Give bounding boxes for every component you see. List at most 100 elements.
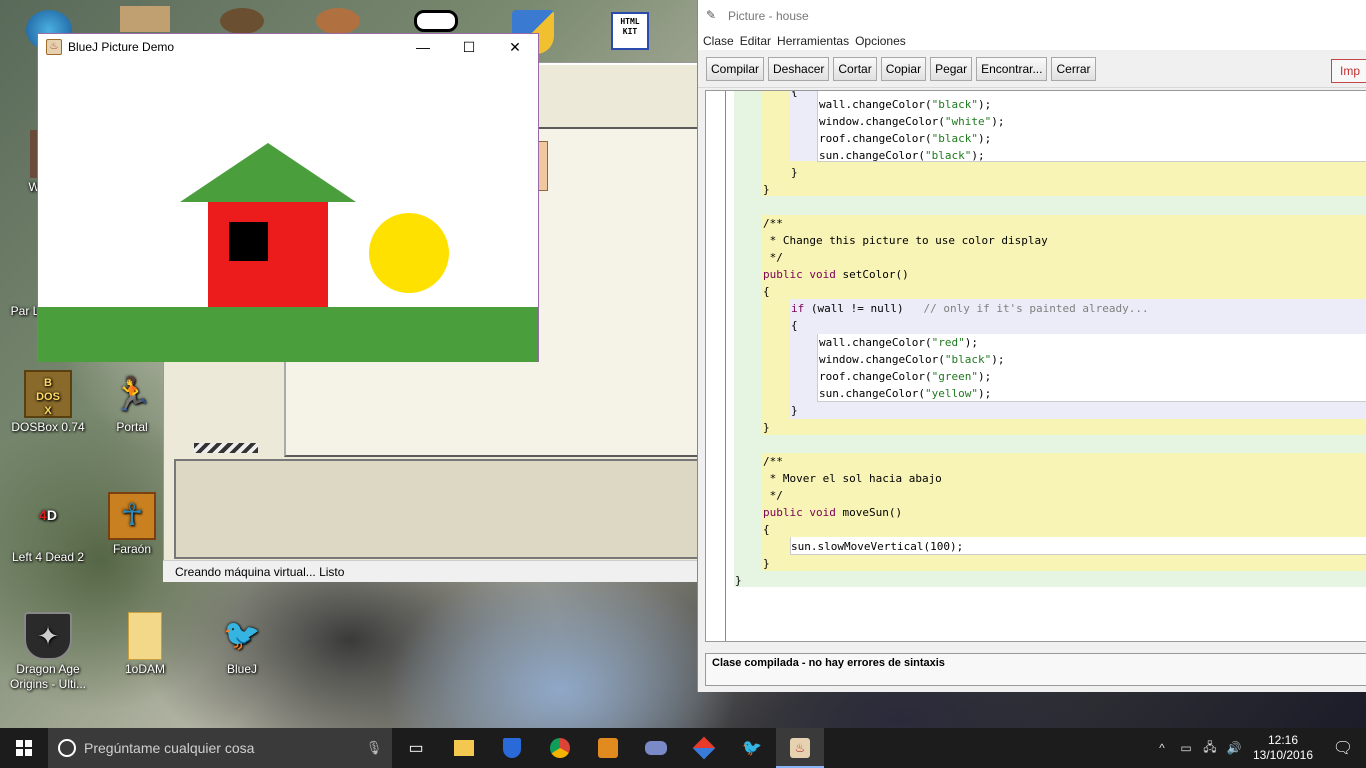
desktop-icon-label: 1oDAM [124, 662, 165, 676]
character-icon[interactable] [120, 6, 170, 32]
desktop-icon-label: DOSBox 0.74 [11, 420, 85, 434]
editor-window[interactable]: ✎ Picture - house Clase Editar Herramien… [697, 0, 1366, 692]
keyword-if: if [791, 302, 805, 315]
html-kit-label: HTML KIT [620, 17, 640, 36]
keyword-public: public [763, 506, 803, 519]
code-comment: * Change this picture to use color displ… [763, 234, 1048, 247]
taskbar: Pregúntame cualquier cosa 🎙 ▭ 🐦 ♨ ^ ▭ 🖧 … [0, 728, 1366, 768]
menu-herramientas[interactable]: Herramientas [777, 34, 849, 48]
desktop-icon-faraon[interactable]: ☥ Faraón [97, 492, 167, 557]
maximize-button[interactable]: ☐ [446, 34, 492, 60]
copy-button[interactable]: Copiar [880, 56, 927, 81]
editor-titlebar[interactable]: ✎ Picture - house [698, 0, 1366, 32]
chevron-up-icon[interactable]: ^ [1150, 741, 1174, 755]
cut-button[interactable]: Cortar [833, 56, 877, 81]
code-line: { [791, 90, 798, 98]
clock[interactable]: 12:16 13/10/2016 [1246, 733, 1320, 763]
start-button[interactable] [0, 728, 48, 768]
html-kit-icon[interactable]: HTML KIT [611, 12, 649, 50]
notification-center-icon[interactable]: 🗨 [1320, 738, 1366, 758]
code-comment: /** [763, 455, 783, 468]
bluej-bird-icon: 🐦 [223, 619, 261, 652]
editor-status-bar: Clase compilada - no hay errores de sint… [705, 653, 1366, 686]
class-box-partial[interactable] [538, 141, 548, 191]
network-icon[interactable]: 🖧 [1198, 738, 1222, 759]
undo-button[interactable]: Deshacer [768, 56, 830, 81]
desktop-icon-label: Faraón [112, 542, 152, 556]
taskbar-app-explorer[interactable] [440, 728, 488, 768]
task-view-button[interactable]: ▭ [392, 728, 440, 768]
java-cup-icon: ♨ [46, 39, 62, 55]
picture-canvas [38, 60, 538, 362]
desktop-icon-1odam[interactable]: 1oDAM [97, 612, 193, 677]
volume-icon[interactable]: 🔊 [1222, 741, 1246, 755]
code-editor[interactable]: { wall.changeColor("black"); window.chan… [705, 90, 1366, 642]
paste-button[interactable]: Pegar [930, 56, 973, 81]
mask-icon[interactable] [414, 10, 458, 32]
diamond-icon [692, 736, 716, 760]
picture-demo-titlebar[interactable]: ♨ BlueJ Picture Demo — ☐ ✕ [38, 34, 538, 60]
code-comment: */ [763, 251, 783, 264]
battery-icon[interactable]: ▭ [1174, 741, 1198, 755]
desktop-icon-dosbox[interactable]: B DOS X DOSBox 0.74 [0, 370, 96, 435]
minimize-button[interactable]: — [400, 34, 446, 60]
editor-menubar: Clase Editar Herramientas Opciones [698, 32, 1366, 50]
code-line: window.changeColor("black"); [819, 353, 1005, 366]
object-bench[interactable] [174, 459, 704, 559]
implementation-selector[interactable]: Imp [1330, 59, 1366, 83]
clock-time: 12:16 [1267, 733, 1299, 747]
compile-status: Clase compilada - no hay errores de sint… [712, 657, 945, 669]
code-line: window.changeColor("white"); [819, 115, 1005, 128]
editor-toolbar: Compilar Deshacer Cortar Copiar Pegar En… [698, 50, 1366, 88]
code-comment: * Mover el sol hacia abajo [763, 472, 942, 485]
system-tray: ^ ▭ 🖧 🔊 12:16 13/10/2016 🗨 [1150, 728, 1366, 768]
code-line: roof.changeColor("green"); [819, 370, 992, 383]
folder-icon [128, 612, 162, 660]
desktop-icon-portal[interactable]: 🏃 Portal [97, 370, 167, 435]
code-comment: */ [763, 489, 783, 502]
code-line: } [791, 404, 798, 417]
dragon-shield-icon: ✦ [24, 612, 72, 660]
keyword-public: public [763, 268, 803, 281]
menu-editar[interactable]: Editar [740, 34, 771, 48]
compile-button[interactable]: Compilar [706, 56, 765, 81]
java-cup-icon: ♨ [790, 738, 810, 758]
taskbar-app-java[interactable]: ♨ [776, 728, 824, 768]
portal-icon: 🏃 [112, 376, 152, 412]
taskbar-app-gamepad[interactable] [632, 728, 680, 768]
cortana-search[interactable]: Pregúntame cualquier cosa 🎙 [48, 728, 392, 768]
menu-opciones[interactable]: Opciones [855, 34, 906, 48]
taskbar-app-media[interactable] [584, 728, 632, 768]
taskbar-app-chrome[interactable] [536, 728, 584, 768]
taskbar-app-bluej[interactable]: 🐦 [728, 728, 776, 768]
cortana-icon [58, 739, 76, 757]
if-condition: (wall != null) [810, 302, 904, 315]
desktop-icon-dragonage[interactable]: ✦ Dragon Age Origins - Ulti... [0, 612, 96, 692]
taskbar-app-defender[interactable] [488, 728, 536, 768]
code-line: { [763, 523, 770, 536]
method-signature-movesun: public void moveSun() [763, 504, 902, 521]
close-button[interactable]: ✕ [492, 34, 538, 60]
code-line: } [735, 574, 742, 587]
menu-clase[interactable]: Clase [703, 34, 734, 48]
method-name-movesun: moveSun() [842, 506, 903, 519]
keyword-void: void [809, 506, 836, 519]
method-name-setcolor: setColor() [842, 268, 909, 281]
avatar-icon[interactable] [316, 8, 360, 34]
windows-logo-icon [16, 740, 32, 756]
left4dead-icon: 4D [39, 507, 57, 523]
desktop-icon-bluej[interactable]: 🐦 BlueJ [194, 612, 290, 677]
bluej-bird-icon: 🐦 [742, 740, 762, 757]
ankh-icon: ☥ [108, 492, 156, 540]
desktop-icon-left4dead[interactable]: 4D Left 4 Dead 2 [0, 500, 96, 565]
picture-demo-window[interactable]: ♨ BlueJ Picture Demo — ☐ ✕ [37, 33, 539, 362]
microphone-icon[interactable]: 🎙 [356, 740, 392, 756]
code-line: } [791, 166, 798, 179]
taskbar-app-git[interactable] [680, 728, 728, 768]
close-editor-button[interactable]: Cerrar [1051, 56, 1096, 81]
skull-icon[interactable] [220, 8, 264, 34]
editor-title: Picture - house [728, 9, 809, 23]
gamepad-icon [645, 741, 667, 755]
code-line: wall.changeColor("black"); [819, 98, 992, 111]
find-button[interactable]: Encontrar... [976, 56, 1048, 81]
